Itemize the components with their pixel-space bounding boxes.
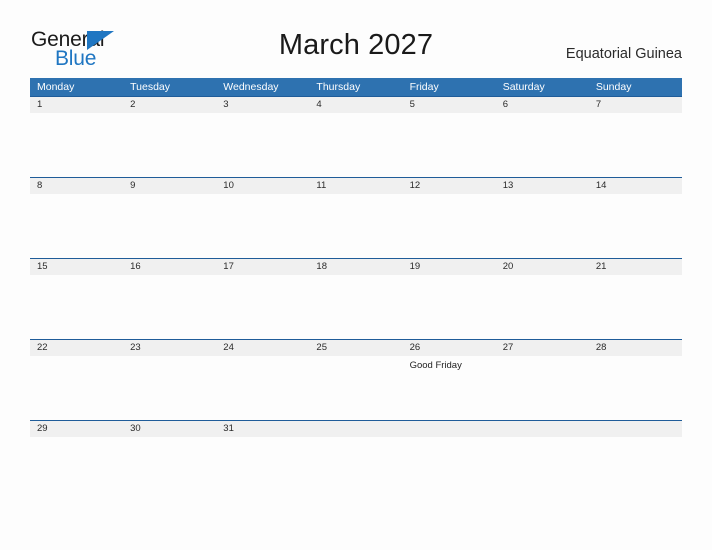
region-label: Equatorial Guinea [565,46,682,62]
events-band: Good Friday [30,356,682,372]
date-number-band: 15 16 17 18 19 20 21 [30,259,682,275]
event-slot [216,194,309,198]
calendar-week-row: 29 30 31 [30,420,682,478]
day-cell-1[interactable]: 1 [30,97,123,113]
day-cell-18[interactable]: 18 [309,259,402,275]
day-cell-15[interactable]: 15 [30,259,123,275]
day-cell-16[interactable]: 16 [123,259,216,275]
calendar-grid: Monday Tuesday Wednesday Thursday Friday Satu… [30,78,682,478]
event-slot [589,113,682,117]
day-cell-10[interactable]: 10 [216,178,309,194]
date-number-band: 22 23 24 25 26 27 28 [30,340,682,356]
day-cell-6[interactable]: 6 [496,97,589,113]
day-cell-empty [403,421,496,437]
event-slot [496,194,589,198]
day-cell-empty [496,421,589,437]
event-slot [123,113,216,117]
day-cell-2[interactable]: 2 [123,97,216,113]
weekday-header-sunday: Sunday [595,81,632,93]
weekday-header-monday: Monday [37,81,75,93]
events-band [30,275,682,279]
day-cell-31[interactable]: 31 [216,421,309,437]
event-label: Good Friday [409,360,462,371]
event-slot [30,113,123,117]
event-slot [309,194,402,198]
event-slot [123,356,216,372]
weekday-header-saturday: Saturday [502,81,545,93]
event-slot [309,113,402,117]
day-cell-14[interactable]: 14 [589,178,682,194]
event-slot [30,437,123,441]
weekday-header-friday: Friday [409,81,439,93]
day-cell-29[interactable]: 29 [30,421,123,437]
weekday-header-tuesday: Tuesday [130,81,171,93]
date-number-band: 8 9 10 11 12 13 14 [30,178,682,194]
date-number-band: 1234567 [30,97,682,113]
calendar-weeks: 1 2 3 4 5 6 7 8 9 10 11 12 13 14 15 16 17 18 19 20 21 22 23 24 2… [30,96,682,478]
day-cell-12[interactable]: 12 [403,178,496,194]
day-cell-28[interactable]: 28 [589,340,682,356]
day-cell-30[interactable]: 30 [123,421,216,437]
calendar-week-row: 8 9 10 11 12 13 14 [30,177,682,258]
day-cell-4[interactable]: 4 [309,97,402,113]
day-cell-27[interactable]: 27 [496,340,589,356]
calendar-week-row: 22 23 24 25 26 27 28 Good Friday [30,339,682,420]
event-slot [30,275,123,279]
day-cell-9[interactable]: 9 [123,178,216,194]
event-slot[interactable]: Good Friday [403,356,496,372]
day-cell-17[interactable]: 17 [216,259,309,275]
event-slot [496,275,589,279]
event-slot [216,275,309,279]
weekday-header-wednesday: Wednesday [223,81,279,93]
event-slot [216,113,309,117]
event-slot [496,437,589,441]
event-slot [403,194,496,198]
event-slot [496,356,589,372]
event-slot [309,437,402,441]
events-band [30,194,682,198]
day-cell-23[interactable]: 23 [123,340,216,356]
event-slot [216,437,309,441]
day-cell-22[interactable]: 22 [30,340,123,356]
calendar-week-row: 1234567 [30,96,682,177]
day-cell-3[interactable]: 3 [216,97,309,113]
calendar-page: General Blue March 2027 Equatorial Guine… [0,0,712,550]
event-slot [403,275,496,279]
event-slot [123,437,216,441]
events-band [30,113,682,117]
date-number-band: 29 30 31 [30,421,682,437]
event-slot [216,356,309,372]
day-cell-24[interactable]: 24 [216,340,309,356]
event-slot [589,275,682,279]
day-cell-19[interactable]: 19 [403,259,496,275]
day-cell-20[interactable]: 20 [496,259,589,275]
event-slot [123,194,216,198]
day-cell-empty [309,421,402,437]
event-slot [589,194,682,198]
day-cell-21[interactable]: 21 [589,259,682,275]
event-slot [403,437,496,441]
event-slot [403,113,496,117]
day-cell-5[interactable]: 5 [403,97,496,113]
weekday-header-row: Monday Tuesday Wednesday Thursday Friday Satu… [30,78,682,96]
day-cell-7[interactable]: 7 [589,97,682,113]
calendar-week-row: 15 16 17 18 19 20 21 [30,258,682,339]
page-header: General Blue March 2027 Equatorial Guine… [0,0,712,78]
day-cell-empty [589,421,682,437]
event-slot [589,437,682,441]
event-slot [496,113,589,117]
event-slot [30,356,123,372]
event-slot [123,275,216,279]
event-slot [589,356,682,372]
event-slot [309,356,402,372]
weekday-header-thursday: Thursday [316,81,361,93]
day-cell-8[interactable]: 8 [30,178,123,194]
day-cell-13[interactable]: 13 [496,178,589,194]
day-cell-25[interactable]: 25 [309,340,402,356]
day-cell-26[interactable]: 26 [403,340,496,356]
event-slot [309,275,402,279]
event-slot [30,194,123,198]
day-cell-11[interactable]: 11 [309,178,402,194]
events-band [30,437,682,441]
